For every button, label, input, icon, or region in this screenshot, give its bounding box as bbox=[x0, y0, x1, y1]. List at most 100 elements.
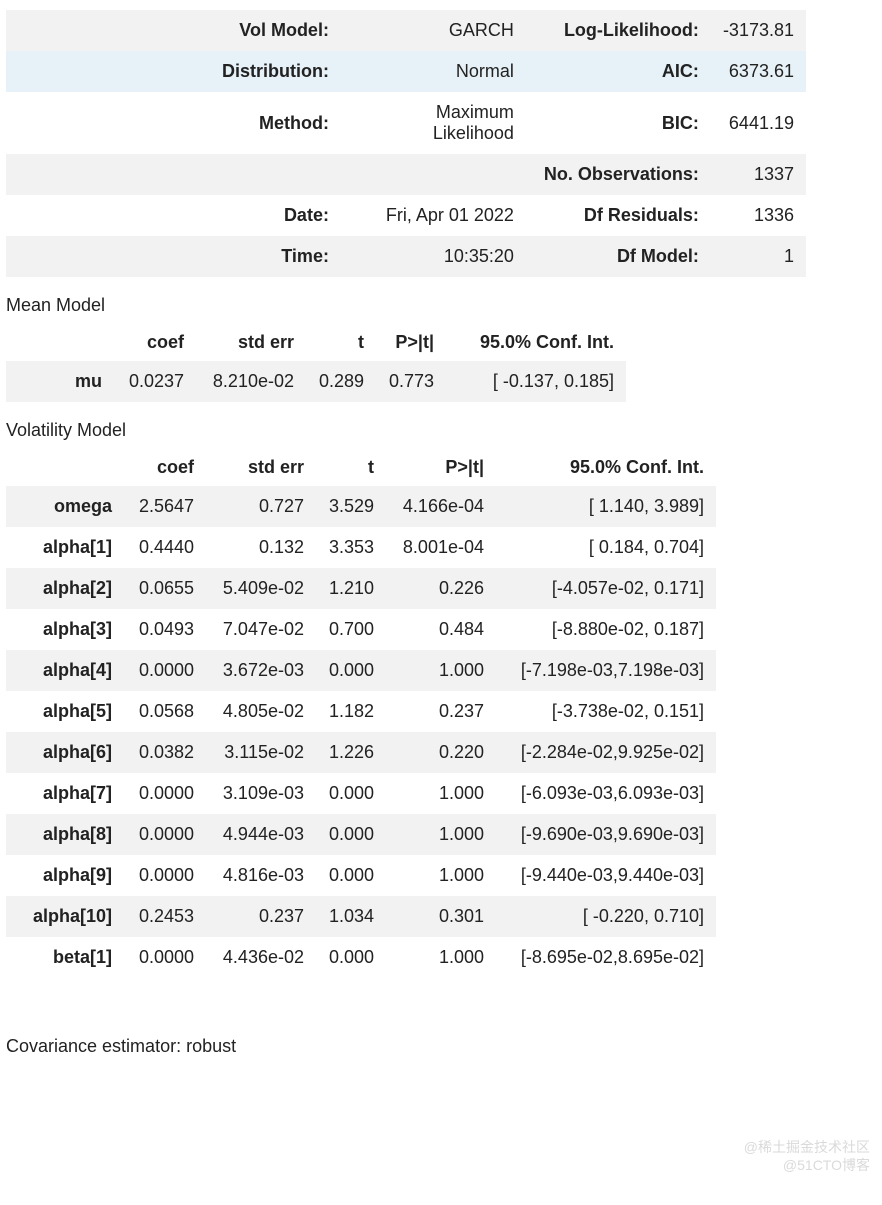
coef-value: 0.0655 bbox=[126, 568, 206, 609]
table-row: beta[1]0.00004.436e-020.0001.000[-8.695e… bbox=[6, 937, 716, 978]
summary-row: Date:Fri, Apr 01 2022Df Residuals:1336 bbox=[6, 195, 806, 236]
stderr-value: 0.132 bbox=[206, 527, 316, 568]
p-value: 0.220 bbox=[386, 732, 496, 773]
watermark: @稀土掘金技术社区 @51CTO博客 bbox=[744, 1138, 870, 1174]
ci-value: [-4.057e-02, 0.171] bbox=[496, 568, 716, 609]
summary-value: 10:35:20 bbox=[341, 236, 526, 277]
t-value: 0.000 bbox=[316, 937, 386, 978]
stderr-value: 4.944e-03 bbox=[206, 814, 316, 855]
stderr-value: 3.672e-03 bbox=[206, 650, 316, 691]
p-value: 0.226 bbox=[386, 568, 496, 609]
stderr-value: 0.727 bbox=[206, 486, 316, 527]
table-row: mu0.02378.210e-020.2890.773[ -0.137, 0.1… bbox=[6, 361, 626, 402]
stderr-value: 0.237 bbox=[206, 896, 316, 937]
t-value: 0.000 bbox=[316, 855, 386, 896]
param-name: alpha[4] bbox=[6, 650, 126, 691]
ci-value: [ 0.184, 0.704] bbox=[496, 527, 716, 568]
table-row: alpha[5]0.05684.805e-021.1820.237[-3.738… bbox=[6, 691, 716, 732]
p-value: 1.000 bbox=[386, 937, 496, 978]
col-header: coef bbox=[116, 324, 196, 361]
p-value: 0.301 bbox=[386, 896, 496, 937]
param-name: alpha[3] bbox=[6, 609, 126, 650]
col-header: P>|t| bbox=[376, 324, 446, 361]
param-name: alpha[2] bbox=[6, 568, 126, 609]
table-row: alpha[9]0.00004.816e-030.0001.000[-9.440… bbox=[6, 855, 716, 896]
coef-value: 0.0493 bbox=[126, 609, 206, 650]
col-header bbox=[6, 449, 126, 486]
p-value: 0.484 bbox=[386, 609, 496, 650]
stderr-value: 3.115e-02 bbox=[206, 732, 316, 773]
t-value: 1.034 bbox=[316, 896, 386, 937]
param-name: beta[1] bbox=[6, 937, 126, 978]
col-header: std err bbox=[196, 324, 306, 361]
summary-value: 1 bbox=[711, 236, 806, 277]
ci-value: [ 1.140, 3.989] bbox=[496, 486, 716, 527]
t-value: 0.000 bbox=[316, 773, 386, 814]
summary-label: Log-Likelihood: bbox=[526, 10, 711, 51]
p-value: 1.000 bbox=[386, 650, 496, 691]
coef-value: 0.0000 bbox=[126, 773, 206, 814]
ci-value: [ -0.137, 0.185] bbox=[446, 361, 626, 402]
volatility-model-table: coefstd errtP>|t|95.0% Conf. Int.omega2.… bbox=[6, 449, 716, 978]
t-value: 1.226 bbox=[316, 732, 386, 773]
table-row: alpha[1]0.44400.1323.3538.001e-04[ 0.184… bbox=[6, 527, 716, 568]
table-row: alpha[4]0.00003.672e-030.0001.000[-7.198… bbox=[6, 650, 716, 691]
stderr-value: 4.436e-02 bbox=[206, 937, 316, 978]
ci-value: [-8.880e-02, 0.187] bbox=[496, 609, 716, 650]
coef-value: 0.0568 bbox=[126, 691, 206, 732]
param-name: alpha[10] bbox=[6, 896, 126, 937]
col-header: 95.0% Conf. Int. bbox=[496, 449, 716, 486]
summary-row: Vol Model:GARCHLog-Likelihood:-3173.81 bbox=[6, 10, 806, 51]
coef-value: 0.0000 bbox=[126, 937, 206, 978]
t-value: 1.182 bbox=[316, 691, 386, 732]
ci-value: [-6.093e-03,6.093e-03] bbox=[496, 773, 716, 814]
table-row: alpha[3]0.04937.047e-020.7000.484[-8.880… bbox=[6, 609, 716, 650]
param-name: alpha[1] bbox=[6, 527, 126, 568]
summary-value: Constant Mean bbox=[341, 0, 526, 7]
summary-label: Adj. R-squared: bbox=[526, 0, 711, 7]
ci-value: [-2.284e-02,9.925e-02] bbox=[496, 732, 716, 773]
table-row: alpha[6]0.03823.115e-021.2260.220[-2.284… bbox=[6, 732, 716, 773]
t-value: 3.353 bbox=[316, 527, 386, 568]
param-name: alpha[5] bbox=[6, 691, 126, 732]
summary-value: 6373.61 bbox=[711, 51, 806, 92]
summary-label: AIC: bbox=[526, 51, 711, 92]
param-name: omega bbox=[6, 486, 126, 527]
table-row: alpha[10]0.24530.2371.0340.301[ -0.220, … bbox=[6, 896, 716, 937]
col-header: P>|t| bbox=[386, 449, 496, 486]
col-header: std err bbox=[206, 449, 316, 486]
coef-value: 0.4440 bbox=[126, 527, 206, 568]
p-value: 8.001e-04 bbox=[386, 527, 496, 568]
col-header: t bbox=[316, 449, 386, 486]
param-name: mu bbox=[6, 361, 116, 402]
coef-value: 0.0382 bbox=[126, 732, 206, 773]
model-summary-table: Vol Model:GARCHLog-Likelihood:-3173.81Di… bbox=[6, 10, 806, 277]
summary-value bbox=[341, 154, 526, 195]
param-name: alpha[9] bbox=[6, 855, 126, 896]
stderr-value: 8.210e-02 bbox=[196, 361, 306, 402]
table-row: alpha[2]0.06555.409e-021.2100.226[-4.057… bbox=[6, 568, 716, 609]
summary-value: GARCH bbox=[341, 10, 526, 51]
table-row: alpha[8]0.00004.944e-030.0001.000[-9.690… bbox=[6, 814, 716, 855]
summary-label bbox=[6, 154, 341, 195]
summary-row: Time:10:35:20Df Model:1 bbox=[6, 236, 806, 277]
t-value: 1.210 bbox=[316, 568, 386, 609]
summary-label: No. Observations: bbox=[526, 154, 711, 195]
t-value: 0.289 bbox=[306, 361, 376, 402]
summary-row: Distribution:NormalAIC:6373.61 bbox=[6, 51, 806, 92]
table-row: alpha[7]0.00003.109e-030.0001.000[-6.093… bbox=[6, 773, 716, 814]
summary-row: Method:Maximum LikelihoodBIC:6441.19 bbox=[6, 92, 806, 154]
summary-value: -3173.81 bbox=[711, 10, 806, 51]
coef-value: 0.0000 bbox=[126, 814, 206, 855]
summary-value: Maximum Likelihood bbox=[341, 92, 526, 154]
stderr-value: 4.816e-03 bbox=[206, 855, 316, 896]
summary-label: BIC: bbox=[526, 92, 711, 154]
summary-value: Normal bbox=[341, 51, 526, 92]
coef-value: 2.5647 bbox=[126, 486, 206, 527]
coef-value: 0.0000 bbox=[126, 855, 206, 896]
summary-label: Vol Model: bbox=[6, 10, 341, 51]
stderr-value: 5.409e-02 bbox=[206, 568, 316, 609]
summary-label: Method: bbox=[6, 92, 341, 154]
ci-value: [-9.440e-03,9.440e-03] bbox=[496, 855, 716, 896]
stderr-value: 4.805e-02 bbox=[206, 691, 316, 732]
